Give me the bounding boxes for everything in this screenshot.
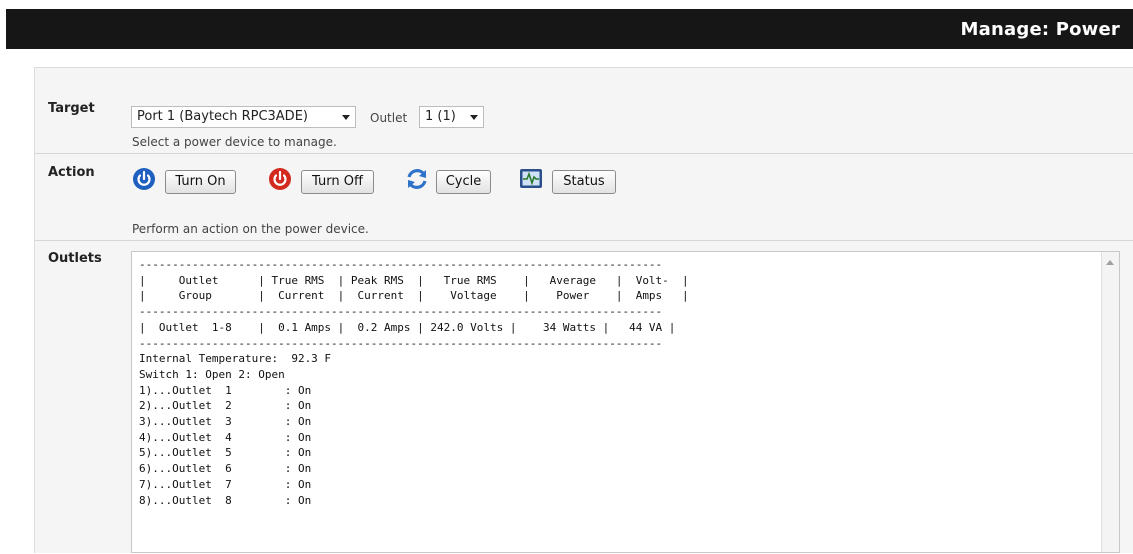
outlets-label: Outlets [48,251,102,266]
chevron-down-icon [470,115,478,120]
outlets-line: 3)...Outlet 3 : On [139,415,312,429]
status-monitor-icon[interactable] [519,167,543,191]
outlet-select[interactable]: 1 (1) [419,106,484,128]
outlet-select-value: 1 (1) [425,109,456,124]
outlets-line: Internal Temperature: 92.3 F [139,352,332,366]
outlet-label: Outlet [370,111,408,125]
outlets-line: Switch 1: Open 2: Open [139,367,285,381]
target-hint: Select a power device to manage. [132,135,337,149]
power-off-icon[interactable] [268,167,292,191]
outlets-line: | Outlet | True RMS | Peak RMS | True RM… [139,273,689,287]
turn-on-button[interactable]: Turn On [165,170,236,194]
turn-off-button[interactable]: Turn Off [301,170,374,194]
action-hint: Perform an action on the power device. [132,222,369,236]
outlets-line: ----------------------------------------… [139,258,663,271]
outlets-line: 5)...Outlet 5 : On [139,446,312,460]
device-select-value: Port 1 (Baytech RPC3ADE) [137,109,308,124]
action-label: Action [48,165,95,180]
target-row: Target Port 1 (Baytech RPC3ADE) Outlet 1… [35,68,1133,152]
chevron-down-icon [342,115,350,120]
outlets-line: | Group | Current | Current | Voltage | … [139,289,689,303]
outlets-text: ----------------------------------------… [139,257,689,508]
title-bar: Manage: Power [6,9,1133,49]
target-label: Target [48,101,95,116]
outlets-line: ----------------------------------------… [139,305,663,319]
outlets-output[interactable]: ----------------------------------------… [131,251,1120,553]
device-select[interactable]: Port 1 (Baytech RPC3ADE) [131,106,356,128]
cycle-icon[interactable] [405,167,429,191]
power-icon[interactable] [132,167,156,191]
outlets-scrollbar[interactable] [1101,252,1119,552]
status-button[interactable]: Status [552,170,616,194]
outlets-line: 6)...Outlet 6 : On [139,462,312,476]
outlets-line: 1)...Outlet 1 : On [139,383,312,397]
page-title: Manage: Power [960,19,1120,40]
cycle-button[interactable]: Cycle [436,170,491,194]
outlets-line: 4)...Outlet 4 : On [139,430,312,444]
scroll-up-arrow-icon[interactable] [1106,260,1114,265]
outlets-line: 7)...Outlet 7 : On [139,477,312,491]
outlets-line: ----------------------------------------… [139,336,663,350]
outlets-line: 8)...Outlet 8 : On [139,493,312,507]
action-row: Action Turn On Turn Off Cycle Status Per… [35,153,1133,240]
outlets-line: | Outlet 1-8 | 0.1 Amps | 0.2 Amps | 242… [139,320,676,334]
outlets-line: 2)...Outlet 2 : On [139,399,312,413]
power-panel: Target Port 1 (Baytech RPC3ADE) Outlet 1… [34,67,1133,553]
